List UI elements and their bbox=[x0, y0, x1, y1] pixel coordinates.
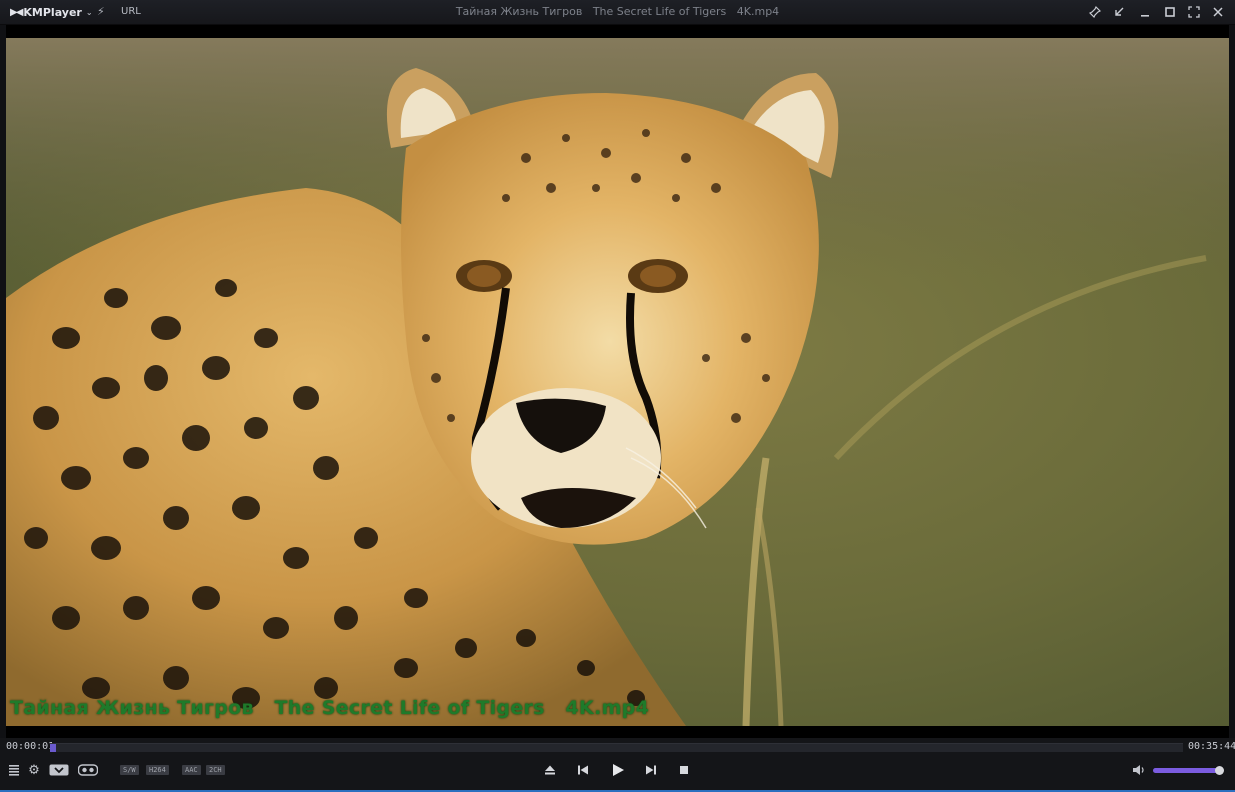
stop-icon[interactable] bbox=[677, 763, 691, 777]
speaker-icon[interactable] bbox=[1131, 763, 1147, 777]
play-icon[interactable] bbox=[610, 762, 626, 778]
previous-icon[interactable] bbox=[576, 763, 590, 777]
compact-mode-icon[interactable] bbox=[1110, 4, 1128, 20]
volume-level bbox=[1153, 768, 1219, 773]
seek-progress bbox=[50, 744, 56, 752]
kmplayer-logo-icon: ▶◀ bbox=[10, 6, 23, 18]
total-time: 00:35:44 bbox=[1188, 741, 1235, 752]
badge-renderer: S/W bbox=[120, 765, 139, 775]
eject-icon[interactable] bbox=[543, 763, 557, 777]
badge-video-codec: H264 bbox=[146, 765, 169, 775]
volume-knob[interactable] bbox=[1214, 766, 1224, 775]
next-icon[interactable] bbox=[644, 763, 658, 777]
app-name: KMPlayer bbox=[23, 5, 82, 19]
minimize-icon[interactable] bbox=[1136, 4, 1154, 20]
badge-audio-codec: AAC bbox=[182, 765, 201, 775]
url-button[interactable]: URL bbox=[121, 6, 141, 17]
badge-channels: 2CH bbox=[206, 765, 225, 775]
pin-icon[interactable] bbox=[1086, 4, 1104, 20]
video-viewport[interactable]: Тайная Жизнь Тигров The Secret Life of T… bbox=[6, 25, 1229, 738]
current-time: 00:00:01 bbox=[6, 741, 55, 752]
fullscreen-icon[interactable] bbox=[1185, 4, 1203, 20]
video-frame bbox=[6, 38, 1229, 726]
lightning-icon[interactable]: ⚡ bbox=[97, 4, 105, 20]
gear-icon[interactable]: ⚙ bbox=[27, 763, 41, 778]
seek-bar[interactable] bbox=[50, 743, 1183, 752]
3d-icon[interactable] bbox=[49, 763, 69, 777]
playlist-icon[interactable] bbox=[7, 763, 21, 777]
osd-filename: Тайная Жизнь Тигров The Secret Life of T… bbox=[10, 697, 650, 719]
window-title: Тайная Жизнь Тигров The Secret Life of T… bbox=[455, 5, 780, 18]
title-bar: ▶◀ KMPlayer ⌄ ⚡ URL Тайная Жизнь Тигров … bbox=[0, 0, 1235, 25]
chevron-down-icon: ⌄ bbox=[85, 7, 93, 17]
volume-slider[interactable] bbox=[1153, 766, 1224, 775]
vr-icon[interactable] bbox=[78, 763, 98, 777]
app-menu[interactable]: ▶◀ KMPlayer ⌄ bbox=[10, 5, 93, 19]
close-icon[interactable] bbox=[1209, 4, 1227, 20]
maximize-icon[interactable] bbox=[1161, 4, 1179, 20]
